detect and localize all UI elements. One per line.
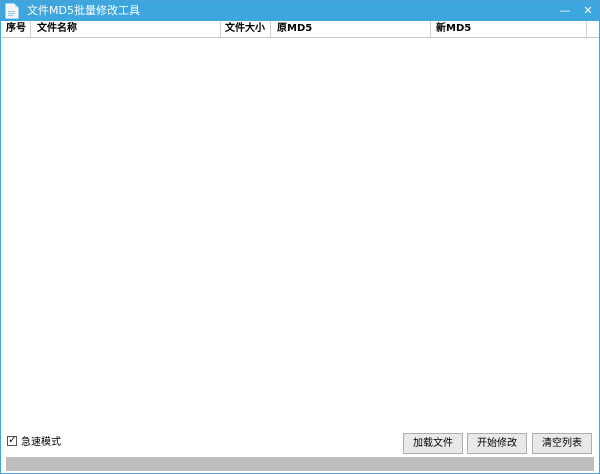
fast-mode-checkbox[interactable]: ✓ xyxy=(7,433,18,446)
column-header-filler xyxy=(587,21,599,37)
close-icon: ✕ xyxy=(583,4,593,17)
fast-mode-option[interactable]: ✓ 急速模式 xyxy=(7,433,61,451)
window-title: 文件MD5批量修改工具 xyxy=(27,4,140,17)
column-header-filename[interactable]: 文件名称 xyxy=(31,21,221,37)
file-list-table[interactable]: 序号 文件名称 文件大小 原MD5 新MD5 xyxy=(2,21,599,431)
title-bar[interactable]: 文件MD5批量修改工具 — ✕ xyxy=(1,1,599,21)
load-files-button[interactable]: 加载文件 xyxy=(403,433,463,454)
app-window: 文件MD5批量修改工具 — ✕ 序号 文件名称 文件大小 原MD5 新MD5 ✓… xyxy=(0,0,600,474)
clear-list-button[interactable]: 清空列表 xyxy=(532,433,592,454)
table-body[interactable] xyxy=(2,38,599,431)
fast-mode-label: 急速模式 xyxy=(21,437,61,448)
column-header-filesize[interactable]: 文件大小 xyxy=(221,21,271,37)
start-modify-button[interactable]: 开始修改 xyxy=(467,433,527,454)
minimize-button[interactable]: — xyxy=(554,1,576,21)
column-header-new-md5[interactable]: 新MD5 xyxy=(431,21,587,37)
progress-bar xyxy=(6,457,594,471)
document-icon xyxy=(5,3,19,19)
column-header-original-md5[interactable]: 原MD5 xyxy=(271,21,431,37)
minimize-icon: — xyxy=(559,4,571,17)
column-header-index[interactable]: 序号 xyxy=(2,21,31,37)
checkmark-icon: ✓ xyxy=(8,433,18,446)
close-button[interactable]: ✕ xyxy=(577,1,599,21)
table-header: 序号 文件名称 文件大小 原MD5 新MD5 xyxy=(2,21,599,38)
